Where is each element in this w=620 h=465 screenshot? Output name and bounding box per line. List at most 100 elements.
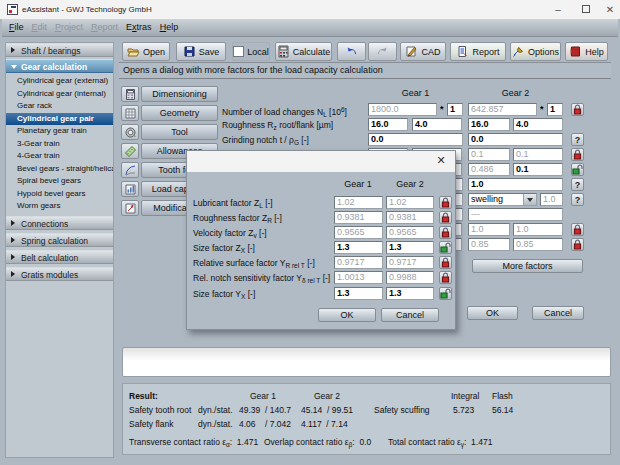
unlock-icon-button[interactable] (571, 163, 584, 176)
dialog-field-v2-row4: 0.9717 (386, 256, 434, 269)
help-icon (569, 45, 582, 58)
tooth-form-icon-button[interactable] (121, 162, 139, 178)
dialog-field-v2-row3[interactable]: 1.3 (386, 241, 434, 254)
dialog-field-v1-row3[interactable]: 1.3 (334, 241, 383, 254)
cancel-button[interactable]: Cancel (532, 306, 584, 320)
menu-extras[interactable]: Extras (122, 19, 156, 36)
sidebar-item-planetary-gear-train[interactable]: Planetary gear train (6, 125, 113, 138)
help-icon-button[interactable]: ? (571, 178, 584, 191)
geometry-icon-button[interactable] (121, 105, 139, 121)
dialog-unlock-icon-button[interactable] (439, 287, 452, 300)
toolbar-redo-button[interactable] (368, 42, 397, 61)
sidebar-group-spring-calculation[interactable]: Spring calculation (6, 233, 113, 247)
load-capacity-icon-button[interactable] (121, 181, 139, 197)
dialog-field-v2-row1: 0.9381 (386, 211, 434, 224)
dialog-lock-icon-button[interactable] (439, 256, 452, 269)
sidebar-group-shaft-bearings[interactable]: Shaft / bearings (6, 43, 113, 57)
dialog-close-icon[interactable]: ✕ (433, 153, 449, 168)
menu-file[interactable]: File (5, 19, 28, 36)
local-checkbox[interactable] (233, 46, 244, 57)
dialog-field-v1-row6[interactable]: 1.3 (334, 287, 383, 300)
sidebar-item-spiral-bevel-gears[interactable]: Spiral bevel gears (6, 175, 113, 188)
result-flank-gear1: 4.06 / 7.042 (239, 419, 291, 429)
dialog-field-v2-row5: 0.9988 (386, 271, 434, 284)
toolbar-undo-button[interactable] (337, 42, 366, 61)
field-g2-row2[interactable]: 0.0 (468, 133, 563, 146)
dialog-lock-icon-button[interactable] (439, 226, 452, 239)
field-g2b-row1[interactable]: 4.0 (513, 118, 563, 131)
form-row-label: Number of load changes NL [106] (222, 104, 347, 116)
dimensioning-icon-button[interactable] (121, 86, 139, 102)
allowances-icon-button[interactable] (121, 143, 139, 159)
lock-icon-button[interactable] (571, 103, 584, 116)
dialog-ok-button[interactable]: OK (318, 308, 376, 322)
sidebar-group-connections[interactable]: Connections (6, 216, 113, 230)
help-icon-button[interactable]: ? (571, 133, 584, 146)
field-g1b-row1[interactable]: 4.0 (412, 118, 462, 131)
ok-button[interactable]: OK (467, 306, 518, 320)
dialog-cancel-button[interactable]: Cancel (381, 308, 439, 322)
sidebar-item-hypoid-bevel-gears[interactable]: Hypoid bevel gears (6, 188, 113, 201)
toolbar-save-button[interactable]: Save (176, 42, 226, 61)
sidebar-item-cylindrical-gear-internal-[interactable]: Cylindrical gear (internal) (6, 88, 113, 101)
sidebar-item-gear-rack[interactable]: Gear rack (6, 100, 113, 113)
tool-icon-button[interactable] (121, 124, 139, 140)
lock-icon-button[interactable] (571, 223, 584, 236)
dialog-row-label: Lubricant factor ZL [-] (193, 197, 273, 209)
sidebar-group-gear-calculation[interactable]: Gear calculation (6, 59, 113, 73)
field-g1-row2[interactable]: 0.0 (368, 133, 463, 146)
sidebar-item-cylindrical-gear-pair[interactable]: Cylindrical gear pair (6, 113, 113, 126)
toolbar-report-button[interactable]: Report (450, 42, 506, 61)
field-g2a-row3: 0.1 (468, 148, 510, 161)
toolbar-help-button[interactable]: Help (565, 42, 608, 61)
field-g1-mult-row0[interactable]: 1 (447, 103, 463, 116)
dialog-lock-icon-button[interactable] (439, 211, 452, 224)
sidebar-group-gratis-modules[interactable]: Gratis modules (6, 267, 113, 281)
toolbar-local-button[interactable]: Local (232, 42, 270, 61)
toolbar-options-button[interactable]: Options (510, 42, 561, 61)
sidebar-item-3-gear-train[interactable]: 3-Gear train (6, 138, 113, 151)
toolbar-open-button[interactable]: Open (122, 42, 170, 61)
field-g1a-row1[interactable]: 16.0 (368, 118, 408, 131)
dialog-row-label: Size factor YX [-] (193, 288, 255, 300)
combo-arrow-icon[interactable] (523, 194, 536, 205)
toolbar-calculate-button[interactable]: Calculate (275, 42, 332, 61)
sidebar-group-belt-calculation[interactable]: Belt calculation (6, 250, 113, 264)
maximize-button[interactable] (573, 0, 599, 19)
minimize-button[interactable]: – (545, 0, 571, 19)
field-g2-mult-row0[interactable]: 1 (547, 103, 563, 116)
lock-icon-button[interactable] (571, 238, 584, 251)
dimensioning-button[interactable]: Dimensioning (141, 86, 218, 102)
dialog-unlock-icon-button[interactable] (439, 241, 452, 254)
dialog-title-bar (187, 151, 455, 172)
geometry-button[interactable]: Geometry (141, 105, 218, 121)
close-button[interactable]: ✕ (597, 0, 620, 19)
field-g2-row5[interactable]: 1.0 (468, 178, 563, 191)
sidebar-item-bevel-gears-straight-helical[interactable]: Bevel gears - straight/helical (6, 163, 113, 176)
dialog-lock-icon-button[interactable] (439, 196, 452, 209)
menu-help[interactable]: Help (156, 19, 183, 36)
dialog-field-v2-row6[interactable]: 1.3 (386, 287, 434, 300)
dialog-lock-icon-button[interactable] (439, 271, 452, 284)
chevron-collapsed-icon (11, 220, 15, 226)
more-factors-button[interactable]: More factors (472, 259, 583, 273)
geometry-icon (124, 107, 137, 120)
sidebar-item-4-gear-train[interactable]: 4-Gear train (6, 150, 113, 163)
tool-button[interactable]: Tool (141, 124, 218, 140)
field-g2a-row4: 0.486 (468, 163, 510, 176)
locked-icon (572, 149, 583, 160)
lock-icon-button[interactable] (571, 148, 584, 161)
result-panel: Result: Gear 1 Gear 2 Integral Flash Saf… (122, 383, 611, 455)
help-icon-button[interactable]: ? (571, 193, 584, 206)
field-g2a-row1[interactable]: 16.0 (468, 118, 510, 131)
toolbar-label: Save (199, 47, 220, 57)
field-g2-row7: --- (468, 208, 563, 221)
sidebar-item-worm-gears[interactable]: Worm gears (6, 200, 113, 213)
locked-icon (440, 227, 451, 238)
sidebar-item-cylindrical-gear-external-[interactable]: Cylindrical gear (external) (6, 75, 113, 88)
modifications-icon-button[interactable] (121, 200, 139, 216)
combo-row6[interactable]: swelling (468, 193, 537, 206)
toolbar-cad-button[interactable]: CAD (400, 42, 446, 61)
field-g2b-row4[interactable]: 0.1 (513, 163, 563, 176)
result-scuffing-integral: 5.723 (453, 405, 474, 415)
